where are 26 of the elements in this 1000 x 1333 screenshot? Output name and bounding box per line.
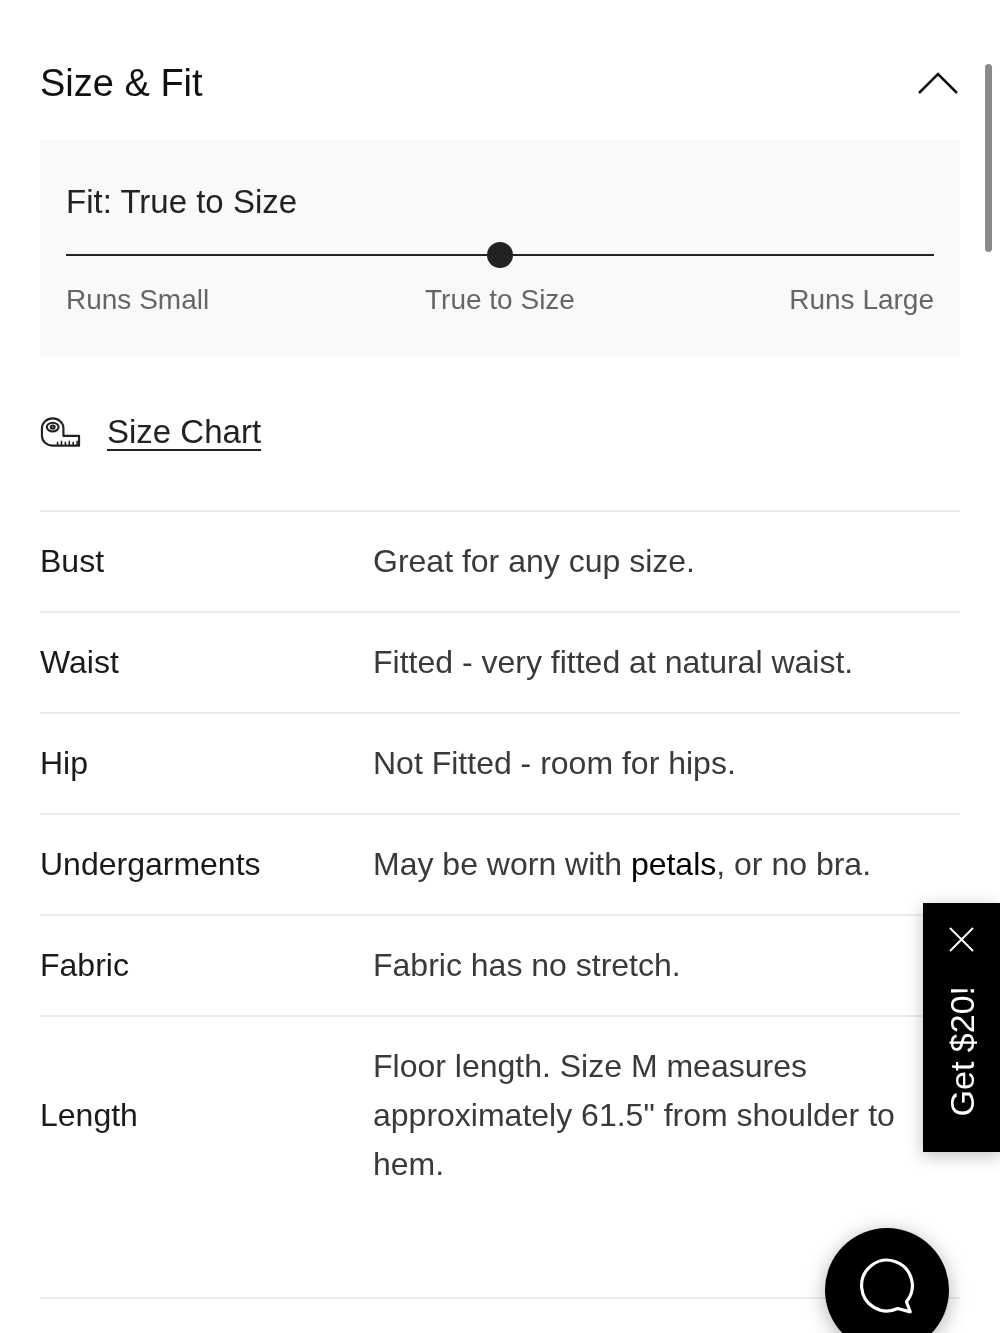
- detail-label: Bust: [40, 543, 105, 579]
- detail-label: Waist: [40, 644, 119, 680]
- detail-value: Floor length. Size M measures approximately 61.5" from shoulder to hem.: [373, 1048, 895, 1182]
- scale-label: Runs Small: [66, 283, 210, 317]
- detail-value: Not Fitted - room for hips.: [373, 745, 736, 781]
- close-icon[interactable]: [949, 927, 974, 952]
- chat-bubble-icon: [859, 1258, 915, 1314]
- size-chart-link[interactable]: Size Chart: [107, 412, 262, 452]
- tape-measure-icon: [40, 416, 81, 448]
- detail-label: Undergarments: [40, 846, 261, 882]
- detail-value: Fabric has no stretch.: [373, 947, 681, 983]
- scale-label: True to Size: [425, 283, 575, 317]
- chat-button[interactable]: [825, 1228, 949, 1333]
- detail-label: Fabric: [40, 947, 129, 983]
- detail-value: May be worn with petals, or no bra.: [373, 846, 871, 882]
- fit-title: Fit: True to Size: [66, 182, 299, 222]
- section-title: Size & Fit: [40, 61, 203, 106]
- promo-label: Get $20!: [942, 986, 981, 1117]
- detail-value: Fitted - very fitted at natural waist.: [373, 644, 854, 680]
- scrollbar-thumb[interactable]: [985, 64, 992, 252]
- scale-label: Runs Large: [789, 283, 934, 317]
- chevron-up-icon[interactable]: [918, 72, 958, 94]
- detail-value: Great for any cup size.: [373, 543, 695, 579]
- detail-label: Hip: [40, 745, 88, 781]
- promo-tab[interactable]: Get $20!: [923, 903, 1000, 1152]
- detail-label: Length: [40, 1097, 138, 1133]
